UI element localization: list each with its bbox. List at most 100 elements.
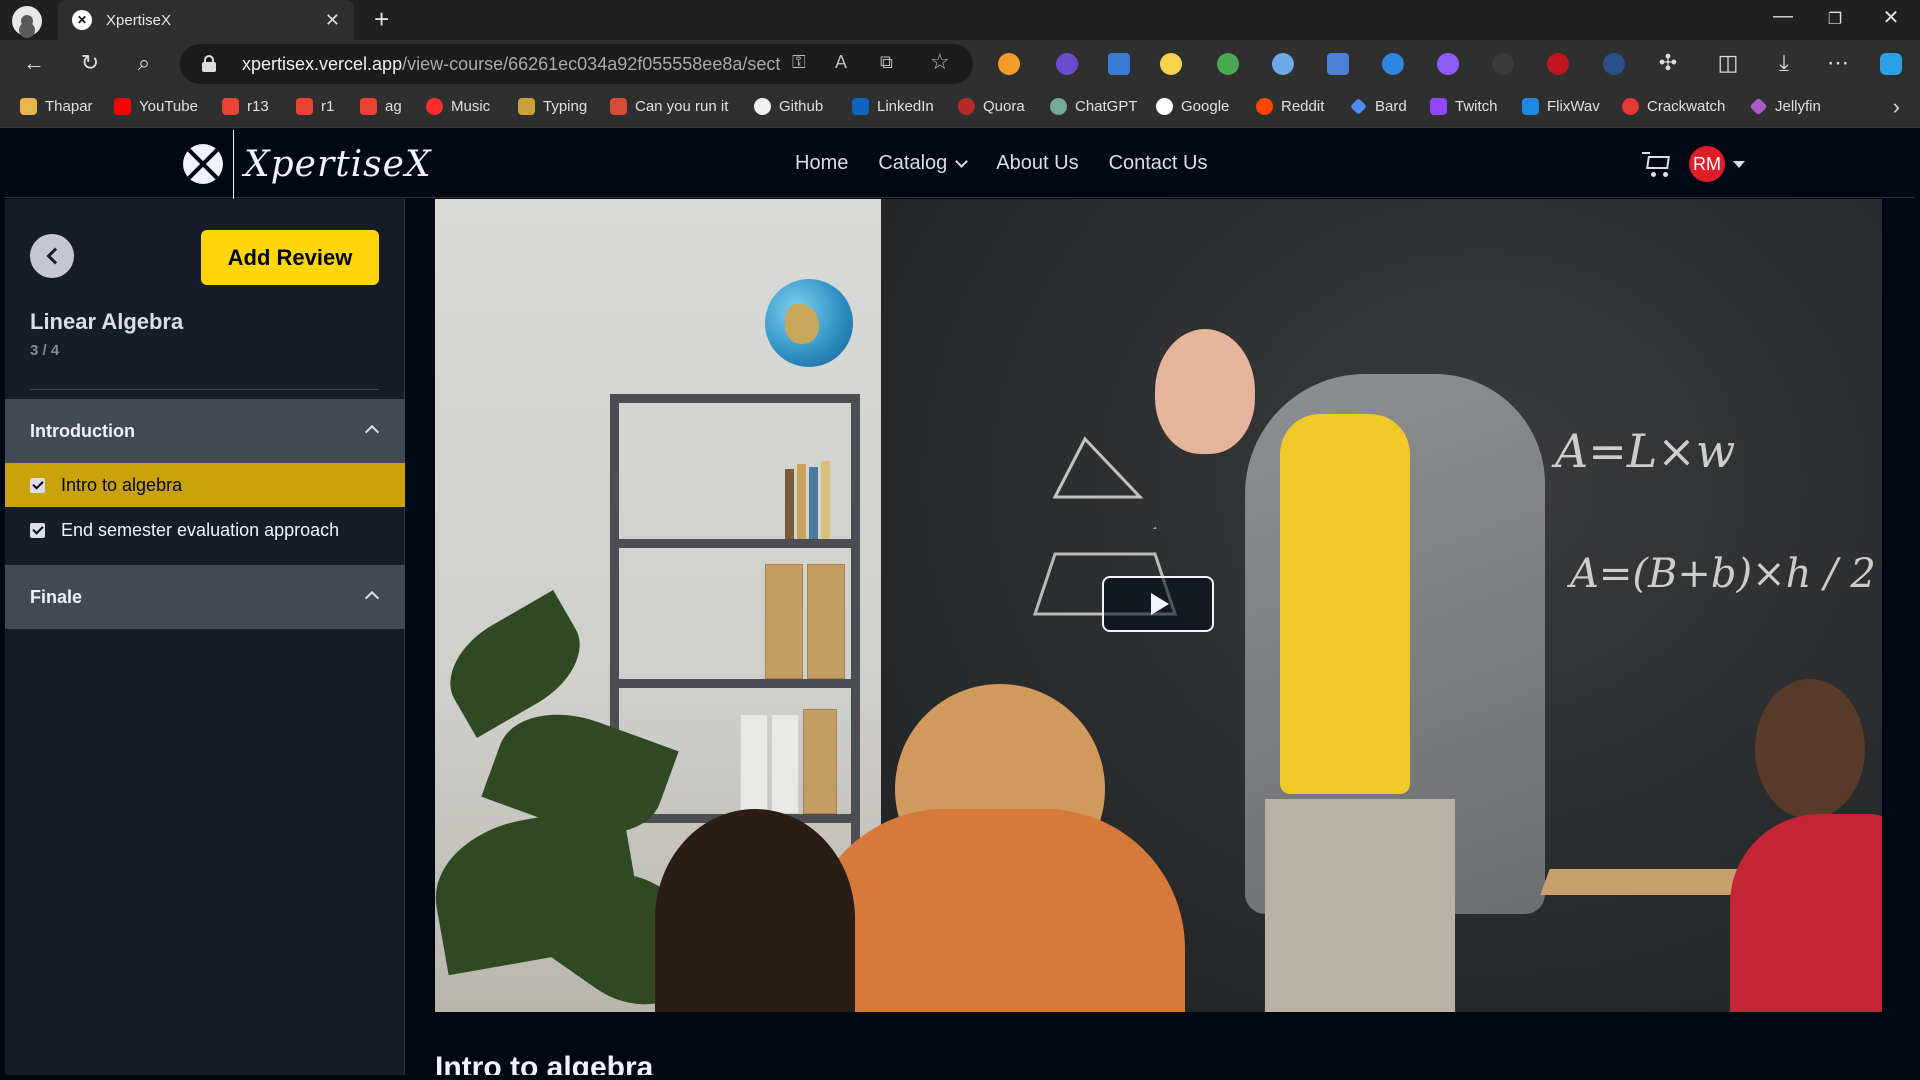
bookmark-can-you-run-it[interactable]: Can you run it xyxy=(610,98,728,115)
cart-icon[interactable] xyxy=(1642,150,1672,178)
bookmark-crackwatch[interactable]: Crackwatch xyxy=(1622,98,1725,115)
play-button[interactable] xyxy=(1102,576,1214,632)
bookmark-quora[interactable]: Quora xyxy=(958,98,1025,115)
shelf xyxy=(610,679,860,688)
copilot-icon[interactable] xyxy=(1880,53,1902,75)
section-finale[interactable]: Finale xyxy=(5,565,405,629)
extension-icon[interactable] xyxy=(1056,53,1078,75)
chevron-left-icon xyxy=(46,247,63,265)
checkbox-checked-icon[interactable] xyxy=(30,477,45,493)
read-aloud-icon[interactable]: A xyxy=(835,52,847,73)
shelf xyxy=(610,394,860,403)
restore-icon[interactable]: ❐ xyxy=(1815,9,1855,29)
window-close-icon[interactable]: ✕ xyxy=(1871,5,1911,30)
split-screen-icon[interactable]: ◫ xyxy=(1714,50,1742,76)
extension-icon[interactable] xyxy=(1382,53,1404,75)
magazine-box xyxy=(803,709,837,814)
magazine-box xyxy=(771,714,799,814)
close-icon[interactable]: ✕ xyxy=(325,10,340,31)
tab-title: XpertiseX xyxy=(106,11,172,29)
bookmark-google[interactable]: Google xyxy=(1156,98,1229,115)
book xyxy=(809,467,818,539)
google-icon xyxy=(1156,98,1173,115)
music-icon xyxy=(426,98,443,115)
bookmark-chatgpt[interactable]: ChatGPT xyxy=(1050,98,1138,115)
ublock-icon[interactable] xyxy=(1547,53,1569,75)
back-button[interactable] xyxy=(30,234,74,278)
bookmark-twitch[interactable]: Twitch xyxy=(1430,98,1498,115)
nav-home[interactable]: Home xyxy=(795,152,848,175)
bookmark-reddit[interactable]: Reddit xyxy=(1256,98,1324,115)
lecture-end-semester-evaluation[interactable]: End semester evaluation approach xyxy=(5,508,405,552)
shelf-post xyxy=(851,394,860,914)
chatgpt-icon xyxy=(1050,98,1067,115)
nav-contact-us[interactable]: Contact Us xyxy=(1109,152,1208,175)
bookmark-ag[interactable]: ag xyxy=(360,98,402,115)
student-red xyxy=(1730,814,1882,1012)
twitch-icon xyxy=(1430,98,1447,115)
caret-down-icon[interactable] xyxy=(1733,161,1745,168)
url-path: /view-course/66261ec034a92f055558ee8a/se… xyxy=(402,54,782,74)
bookmark-bard[interactable]: Bard xyxy=(1350,98,1407,115)
favorite-star-icon[interactable]: ☆ xyxy=(930,49,950,75)
student-red-head xyxy=(1755,679,1865,819)
magazine-box xyxy=(807,564,845,679)
search-icon[interactable]: ⌕ xyxy=(130,50,158,76)
bookmark-youtube[interactable]: YouTube xyxy=(114,98,198,115)
checkbox-checked-icon[interactable] xyxy=(30,522,45,538)
student-orange xyxy=(805,809,1185,1012)
nav-catalog[interactable]: Catalog xyxy=(878,152,969,175)
site-viewport: XpertiseX Home Catalog About Us Contact … xyxy=(5,130,1915,1075)
video-player[interactable]: A=L×w A=(B+b)×h / 2 xyxy=(435,199,1882,1012)
teacher-pants xyxy=(1265,799,1455,1012)
url-text: xpertisex.vercel.app/view-course/66261ec… xyxy=(242,54,782,75)
shield-icon[interactable] xyxy=(1108,53,1130,75)
browser-tab[interactable]: ✕ XpertiseX ✕ xyxy=(58,0,354,40)
bookmark-jellyfin[interactable]: Jellyfin xyxy=(1749,97,1821,116)
bookmark-typing[interactable]: Typing xyxy=(518,98,587,115)
bookmark-flixwav[interactable]: FlixWav xyxy=(1522,98,1600,115)
avatar[interactable]: RM xyxy=(1689,146,1725,182)
url-host: xpertisex.vercel.app xyxy=(242,54,403,74)
translate-icon[interactable] xyxy=(1327,53,1349,75)
bookmark-linkedin[interactable]: LinkedIn xyxy=(852,98,934,115)
lecture-heading: Intro to algebra xyxy=(435,1051,654,1075)
back-arrow-icon[interactable]: ← xyxy=(20,50,48,76)
profile-icon[interactable] xyxy=(12,6,42,36)
minimize-icon[interactable]: — xyxy=(1763,5,1803,28)
extension-icon[interactable] xyxy=(1603,53,1625,75)
extension-icon[interactable] xyxy=(1217,53,1239,75)
extension-icon[interactable] xyxy=(1160,53,1182,75)
logo[interactable]: XpertiseX xyxy=(183,130,432,201)
key-icon[interactable]: ⚿ xyxy=(792,52,806,73)
chevron-right-icon[interactable]: › xyxy=(1893,94,1900,120)
bookmark-music[interactable]: Music xyxy=(426,98,490,115)
extension-icon[interactable] xyxy=(998,53,1020,75)
download-icon[interactable]: ⤓ xyxy=(1770,50,1798,76)
extension-icon[interactable] xyxy=(1272,53,1294,75)
extensions-puzzle-icon[interactable]: ✣ xyxy=(1654,50,1682,76)
course-progress: 3 / 4 xyxy=(30,342,60,359)
nav-about-us[interactable]: About Us xyxy=(996,152,1078,175)
favicon-icon: ✕ xyxy=(72,10,92,30)
bookmark-github[interactable]: Github xyxy=(754,98,823,115)
new-tab-icon[interactable]: + xyxy=(374,4,389,35)
bookmark-r1[interactable]: r1 xyxy=(296,98,334,115)
book xyxy=(797,464,806,539)
teacher-head xyxy=(1155,329,1255,454)
section-introduction[interactable]: Introduction xyxy=(5,399,405,463)
jellyfin-icon xyxy=(1749,97,1768,116)
bookmark-thapar[interactable]: Thapar xyxy=(20,98,93,115)
lecture-intro-to-algebra[interactable]: Intro to algebra xyxy=(5,463,405,507)
add-review-button[interactable]: Add Review xyxy=(201,230,379,285)
section-title: Introduction xyxy=(30,420,135,441)
reload-icon[interactable]: ↻ xyxy=(76,50,104,76)
lecture-title: Intro to algebra xyxy=(61,474,183,495)
extension-icon[interactable] xyxy=(1492,53,1514,75)
app-icon[interactable]: ⧉ xyxy=(880,52,893,73)
address-bar[interactable]: xpertisex.vercel.app/view-course/66261ec… xyxy=(180,44,973,84)
extension-icon[interactable] xyxy=(1437,53,1459,75)
divider xyxy=(30,389,379,390)
more-menu-icon[interactable]: ⋯ xyxy=(1824,50,1852,76)
bookmark-r13[interactable]: r13 xyxy=(222,98,269,115)
